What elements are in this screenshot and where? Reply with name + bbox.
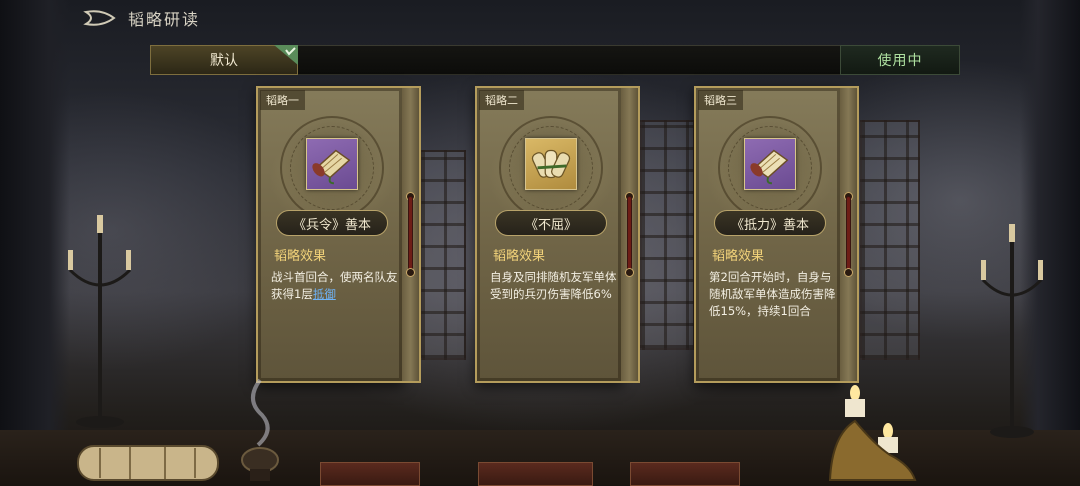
page-header: 韬略研读 xyxy=(82,6,200,30)
lattice-window-right xyxy=(860,120,920,360)
page-title: 韬略研读 xyxy=(128,10,201,29)
card-slot-label: 韬略二 xyxy=(479,90,524,110)
item-name-plate: 《不屈》 xyxy=(495,210,607,236)
effect-description: 自身及同排随机友军单体受到的兵刃伤害降低6% xyxy=(490,270,617,301)
strategy-card-3[interactable]: 韬略三 《抵力》善本 韬略效果 第2回合开始时，自身与随机敌军单体造成伤害降低1… xyxy=(694,86,859,383)
rail-track xyxy=(846,196,851,276)
item-name-plate: 《兵令》善本 xyxy=(276,210,388,236)
card-body: 韬略二 《不屈》 韬略效果 自身及同排随机友军单体受到的兵刃伤害降低6% xyxy=(475,86,623,383)
book-box-1 xyxy=(320,462,420,486)
item-name: 《不屈》 xyxy=(524,217,577,233)
scroll-book-icon[interactable] xyxy=(744,138,796,190)
card-slot-label: 韬略一 xyxy=(260,90,305,110)
book-box-2 xyxy=(478,462,593,486)
rail-knob-bottom xyxy=(406,268,415,277)
effect-heading: 韬略效果 xyxy=(712,249,765,264)
item-name: 《抵力》善本 xyxy=(730,217,809,233)
effect-description: 第2回合开始时，自身与随机敌军单体造成伤害降低15%，持续1回合 xyxy=(709,270,836,318)
card-body: 韬略三 《抵力》善本 韬略效果 第2回合开始时，自身与随机敌军单体造成伤害降低1… xyxy=(694,86,842,383)
in-use-label: 使用中 xyxy=(877,53,923,69)
candelabra-right-icon xyxy=(981,224,1043,438)
book-box-3 xyxy=(630,462,740,486)
scroll-book-icon[interactable] xyxy=(306,138,358,190)
lattice-window-left xyxy=(640,120,695,350)
rail-knob-bottom xyxy=(625,268,634,277)
rolled-scroll-icon xyxy=(77,445,219,481)
scroll-bundle-icon[interactable] xyxy=(525,138,577,190)
card-side-rail xyxy=(402,86,421,383)
incense-burner-icon xyxy=(241,378,279,481)
effect-heading: 韬略效果 xyxy=(493,249,546,264)
effect-description: 战斗首回合，使两名队友获得1层抵御 xyxy=(271,269,399,303)
rail-knob-bottom xyxy=(844,268,853,277)
effect-heading: 韬略效果 xyxy=(274,249,327,264)
item-name-plate: 《抵力》善本 xyxy=(714,210,826,236)
card-body: 韬略一 《兵令》善本 韬略效果 战斗首回合，使两名队友获得1层抵御 xyxy=(256,86,404,383)
keyword-link[interactable]: 抵御 xyxy=(313,287,336,301)
card-side-rail xyxy=(840,86,859,383)
candelabra-left-icon xyxy=(68,215,132,428)
card-side-rail xyxy=(621,86,640,383)
strategy-card-2[interactable]: 韬略二 《不屈》 韬略效果 自身及同排随机友军单体受到的兵刃伤害降低6% xyxy=(475,86,640,383)
in-use-button[interactable]: 使用中 xyxy=(840,45,960,75)
rail-track xyxy=(627,196,632,276)
back-arrow-icon[interactable] xyxy=(82,8,118,28)
rail-track xyxy=(408,196,413,276)
lattice-window-center xyxy=(420,150,466,360)
tab-default-label: 默认 xyxy=(210,53,238,69)
checkmark-icon xyxy=(274,45,298,65)
candle-holder-icon xyxy=(828,385,917,481)
item-name: 《兵令》善本 xyxy=(292,217,371,233)
strategy-card-1[interactable]: 韬略一 《兵令》善本 韬略效果 战斗首回合，使两名队友获得1层抵御 xyxy=(256,86,421,383)
card-slot-label: 韬略三 xyxy=(698,90,743,110)
